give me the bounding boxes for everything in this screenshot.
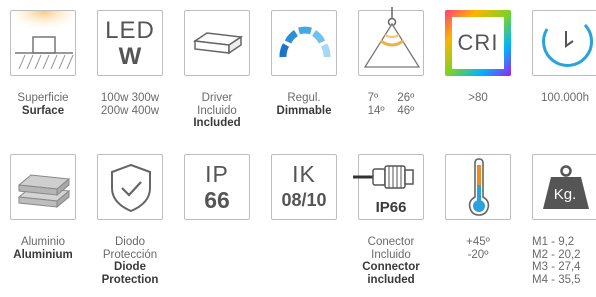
aluminium-ingots-icon	[17, 174, 71, 209]
surface-mount-icon	[15, 11, 74, 70]
driver-label: Driver Incluido Included	[172, 92, 262, 130]
temp-max: +45º	[466, 236, 490, 248]
driver-label-1: Driver	[201, 92, 233, 104]
led-watt-label: 100w 300w 200w 400w	[85, 92, 175, 117]
driver-icon	[192, 32, 244, 55]
driver-tile	[184, 10, 250, 76]
led-watt-tile: LED W	[97, 10, 163, 76]
aluminium-label-es: Aluminio	[20, 236, 66, 248]
beam-angle-tile	[358, 7, 424, 76]
diode-protection-tile	[97, 154, 163, 220]
ik-rating-tile: IK 08/10	[271, 154, 337, 220]
surface-tile	[10, 10, 76, 76]
weight-badge: Kg.	[553, 186, 577, 203]
aluminium-label-en: Aluminium	[13, 248, 73, 261]
connector-label-4: included	[367, 273, 415, 286]
cri-tile: CRI	[445, 10, 511, 76]
weight-tile: Kg.	[532, 154, 596, 220]
aluminium-tile	[10, 154, 76, 220]
ip-value: 66	[204, 187, 230, 213]
diode-label-4: Protection	[101, 273, 159, 286]
dimmable-label-es: Regul.	[287, 92, 321, 104]
weight-m1: M1 - 9,2	[532, 236, 575, 248]
temperature-label: +45º -20º	[433, 236, 523, 261]
weight-label: M1 - 9,2 M2 - 20,2 M3 - 27,4 M4 - 35,5	[532, 236, 596, 286]
thermometer-icon	[468, 158, 490, 216]
ip-text: IP	[205, 161, 229, 187]
lifetime-tile	[532, 10, 596, 76]
dimmable-label-en: Dimmable	[276, 104, 332, 117]
connector-label: Conector Incluido Connector included	[346, 236, 436, 286]
weight-m2: M2 - 20,2	[532, 248, 581, 261]
lifetime-value: 100.000h	[541, 92, 589, 104]
ik-text: IK	[292, 161, 316, 187]
watt-options-1: 100w 300w	[100, 92, 160, 104]
beam-angle-label: 7º 26º 14º 46º	[346, 92, 436, 117]
connector-label-3: Connector	[362, 261, 420, 273]
beam-angle-icon	[363, 7, 421, 68]
connector-ip-badge: IP66	[375, 199, 407, 216]
watt-options-2: 200w 400w	[100, 104, 160, 117]
ik-value: 08/10	[281, 190, 327, 210]
clock-icon	[542, 23, 593, 67]
weight-m3: M3 - 27,4	[532, 261, 581, 273]
weight-m4: M4 - 35,5	[532, 273, 581, 286]
diode-label-1: Diodo	[114, 236, 146, 248]
diode-label-2: Protección	[102, 248, 158, 261]
surface-label: Superficie Surface	[0, 92, 88, 117]
dimmable-label: Regul. Dimmable	[259, 92, 349, 117]
beam-angles-1: 7º 26º	[367, 92, 415, 104]
driver-label-2: Incluido	[197, 104, 237, 117]
shield-check-icon	[111, 163, 151, 213]
connector-label-1: Conector	[367, 236, 415, 248]
surface-label-en: Surface	[21, 104, 65, 117]
diode-protection-label: Diodo Protección Diode Protection	[85, 236, 175, 286]
cri-value: >80	[468, 92, 488, 104]
dimmable-tile	[271, 10, 337, 76]
connector-label-2: Incluido	[371, 248, 411, 261]
diode-label-3: Diode	[114, 261, 146, 273]
temperature-tile	[445, 154, 511, 220]
dimmer-arc-icon	[279, 26, 331, 58]
connector-tile: IP66	[353, 154, 424, 220]
ip-rating-tile: IP 66	[184, 154, 250, 220]
beam-angles-2: 14º 46º	[367, 104, 415, 117]
aluminium-label: Aluminio Aluminium	[0, 236, 88, 261]
cri-text: CRI	[457, 30, 499, 55]
temp-min: -20º	[467, 248, 489, 261]
surface-label-es: Superficie	[17, 92, 69, 104]
watt-symbol: W	[118, 43, 142, 70]
cri-label: >80	[433, 92, 523, 105]
lifetime-label: 100.000h	[520, 92, 596, 105]
driver-label-3: Included	[193, 117, 241, 129]
led-text: LED	[105, 17, 155, 44]
